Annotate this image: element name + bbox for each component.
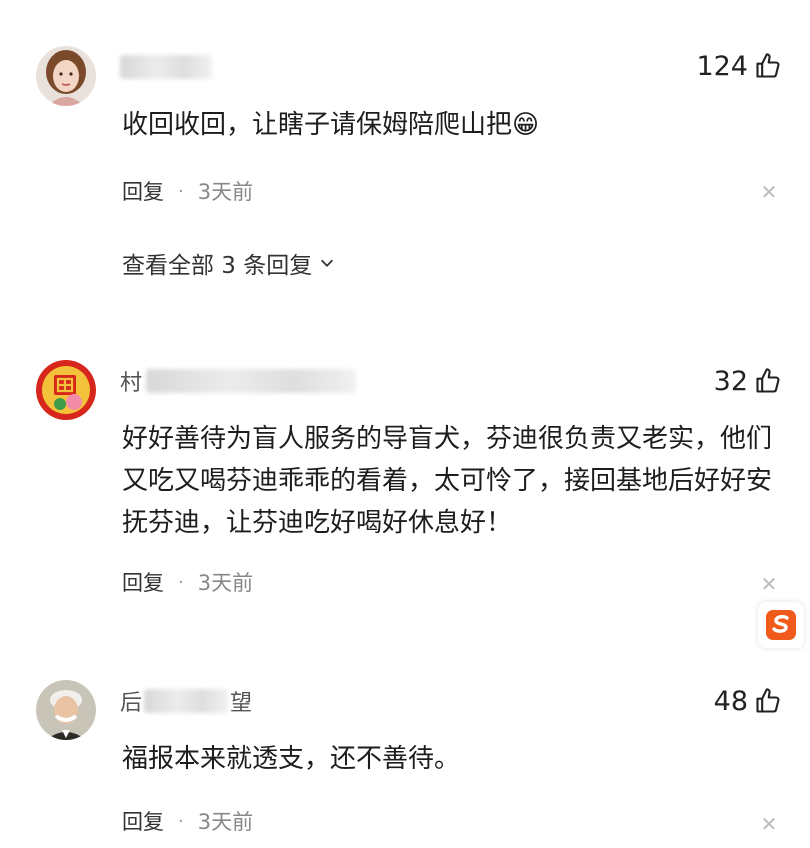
username-text-tail: 望 bbox=[230, 691, 253, 716]
thumbs-up-icon bbox=[756, 53, 780, 78]
chevron-down-icon bbox=[321, 259, 334, 267]
username[interactable]: 后 望 bbox=[120, 686, 252, 716]
like-count: 48 bbox=[713, 685, 748, 717]
timestamp: 3天前 bbox=[197, 810, 254, 834]
thumbs-up-icon bbox=[756, 688, 780, 713]
username-text: 村 bbox=[120, 371, 143, 396]
close-icon[interactable]: ✕ bbox=[758, 180, 780, 204]
reply-button[interactable]: 回复 bbox=[122, 567, 164, 597]
view-replies-link[interactable]: 查看全部 3 条回复 bbox=[122, 246, 336, 280]
reply-button[interactable]: 回复 bbox=[122, 806, 164, 836]
timestamp: 3天前 bbox=[197, 571, 254, 595]
username-text: 后 bbox=[120, 691, 143, 716]
username-blur bbox=[146, 369, 357, 393]
comment-meta: 回复 · 3天前 bbox=[122, 567, 253, 597]
sogou-logo-icon[interactable] bbox=[758, 602, 804, 648]
username-blur bbox=[120, 55, 212, 79]
separator-dot: · bbox=[178, 810, 184, 832]
like-button[interactable]: 48 bbox=[714, 681, 782, 721]
like-count: 124 bbox=[696, 50, 748, 82]
like-button[interactable]: 124 bbox=[696, 46, 782, 86]
like-button[interactable]: 32 bbox=[714, 361, 782, 401]
avatar[interactable] bbox=[36, 360, 96, 420]
like-count: 32 bbox=[713, 365, 748, 397]
comment-text: 收回收回，让瞎子请保姆陪爬山把😁 bbox=[122, 110, 540, 140]
comment-text: 好好善待为盲人服务的导盲犬，芬迪很负责又老实，他们又吃又喝芬迪乖乖的看着，太可怜… bbox=[122, 424, 773, 538]
comment-meta: 回复 · 3天前 bbox=[122, 806, 253, 836]
username[interactable]: 村 bbox=[120, 366, 357, 396]
username-blur bbox=[144, 689, 229, 713]
timestamp: 3天前 bbox=[197, 180, 254, 204]
view-replies-text: 查看全部 3 条回复 bbox=[122, 253, 313, 279]
username[interactable] bbox=[120, 52, 212, 82]
comment-text: 福报本来就透支，还不善待。 bbox=[122, 744, 461, 774]
close-icon[interactable]: ✕ bbox=[758, 572, 780, 596]
avatar[interactable] bbox=[36, 680, 96, 740]
separator-dot: · bbox=[178, 180, 184, 202]
avatar[interactable] bbox=[36, 46, 96, 106]
reply-button[interactable]: 回复 bbox=[122, 176, 164, 206]
thumbs-up-icon bbox=[756, 368, 780, 393]
separator-dot: · bbox=[178, 571, 184, 593]
close-icon[interactable]: ✕ bbox=[758, 812, 780, 836]
comment-meta: 回复 · 3天前 bbox=[122, 176, 253, 206]
